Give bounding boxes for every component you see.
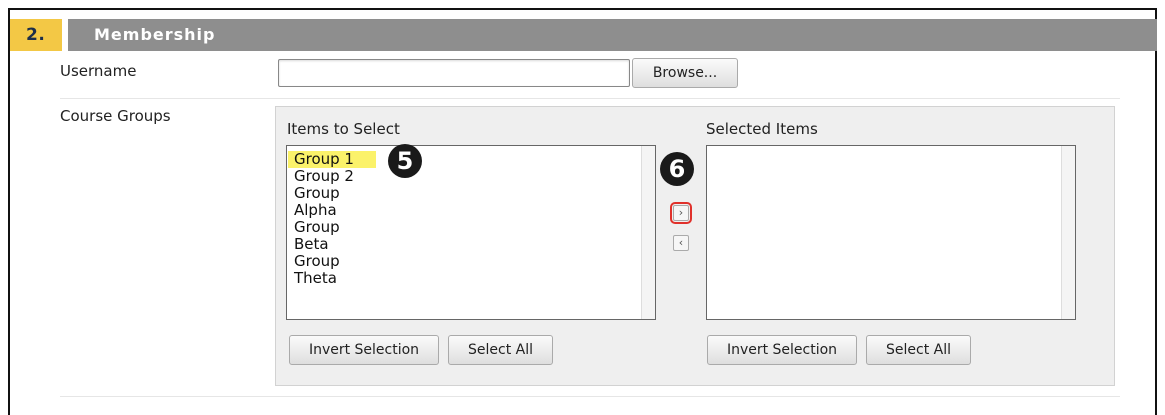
selected-items-title: Selected Items xyxy=(706,120,818,138)
browse-button[interactable]: Browse... xyxy=(632,58,738,88)
list-item[interactable]: Group Theta xyxy=(288,253,376,287)
move-right-button[interactable]: › xyxy=(670,202,692,224)
selected-items-list[interactable] xyxy=(706,145,1076,320)
section-header: 2. Membership xyxy=(10,19,1157,51)
items-to-select-title: Items to Select xyxy=(287,120,400,138)
course-groups-label: Course Groups xyxy=(60,107,171,125)
membership-panel: 2. Membership Username Browse... Course … xyxy=(8,8,1157,415)
selected-select-all-button[interactable]: Select All xyxy=(866,335,971,365)
invert-selection-button[interactable]: Invert Selection xyxy=(289,335,439,365)
move-left-button[interactable]: ‹ xyxy=(673,235,689,251)
callout-6-icon: 6 xyxy=(660,152,694,186)
course-groups-picker: Items to Select Group 1 Group 2 Group Alph… xyxy=(275,106,1115,386)
username-input[interactable] xyxy=(278,59,630,87)
items-list: Group 1 Group 2 Group Alpha Group Beta Group… xyxy=(288,151,376,287)
callout-5-icon: 5 xyxy=(388,144,422,178)
list-item[interactable]: Group Alpha xyxy=(288,185,376,219)
step-number: 2. xyxy=(10,19,62,51)
list-item[interactable]: Group Beta xyxy=(288,219,376,253)
select-all-button[interactable]: Select All xyxy=(448,335,553,365)
scrollbar[interactable] xyxy=(641,146,655,319)
divider xyxy=(60,98,1120,99)
scrollbar[interactable] xyxy=(1061,146,1075,319)
list-item[interactable]: Group 2 xyxy=(288,168,376,185)
items-to-select-list[interactable]: Group 1 Group 2 Group Alpha Group Beta Group… xyxy=(286,145,656,320)
selected-invert-selection-button[interactable]: Invert Selection xyxy=(707,335,857,365)
username-label: Username xyxy=(60,62,137,80)
divider xyxy=(60,396,1120,397)
list-item[interactable]: Group 1 xyxy=(288,151,376,168)
chevron-left-icon: ‹ xyxy=(678,236,684,249)
section-title: Membership xyxy=(68,19,1157,51)
chevron-right-icon: › xyxy=(678,206,684,219)
